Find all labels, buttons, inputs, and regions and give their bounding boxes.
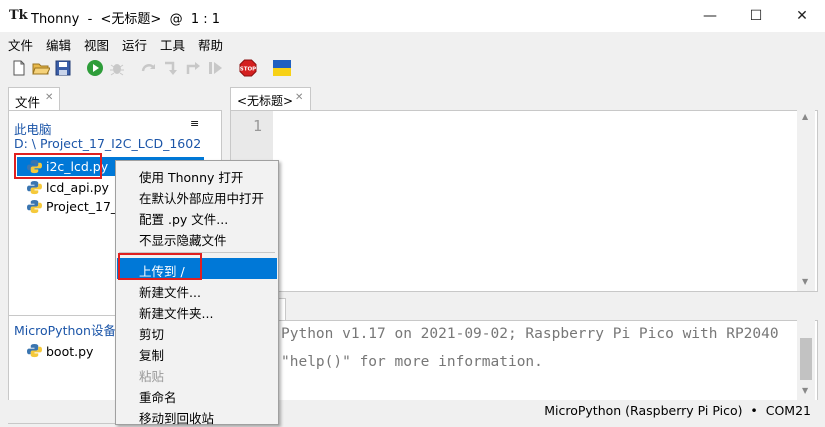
menu-item-new-file[interactable]: 新建文件... [117,279,277,300]
step-over-icon [141,64,156,72]
menu-bar: 文件 编辑 视图 运行 工具 帮助 [0,32,825,53]
shell-line: "help()" for more information. [281,354,543,370]
python-file-icon [27,343,42,358]
menu-item-copy[interactable]: 复制 [117,342,277,363]
maximize-icon[interactable]: ☐ [733,0,779,32]
save-icon[interactable] [54,59,72,77]
device-header[interactable]: MicroPython设备 [14,320,116,339]
scroll-thumb[interactable] [800,338,812,380]
annotation-box [118,253,202,280]
minimize-icon[interactable]: — [687,0,733,32]
shell-console[interactable]: Python v1.17 on 2021-09-02; Raspberry Pi… [230,320,818,402]
svg-text:STOP: STOP [240,67,256,73]
python-file-icon [27,180,42,195]
annotation-box [14,153,102,179]
window-title: Thonny - <无标题> @ 1 : 1 [31,12,221,27]
menu-item-open-in-thonny[interactable]: 使用 Thonny 打开 [117,164,277,185]
close-icon[interactable]: ✕ [295,92,303,103]
open-folder-icon[interactable] [32,59,50,77]
menu-item-open-external[interactable]: 在默认外部应用中打开 [117,185,277,206]
close-icon[interactable]: ✕ [45,92,53,103]
stop-icon[interactable]: STOP [239,59,257,77]
menu-item-paste: 粘贴 [139,369,165,384]
menu-item-configure-py[interactable]: 配置 .py 文件... [117,206,277,227]
menu-item-new-folder[interactable]: 新建文件夹... [117,300,277,321]
tab-editor[interactable]: <无标题> ✕ [230,87,311,110]
code-editor[interactable]: 1 [230,110,818,292]
close-icon[interactable]: ✕ [779,0,825,32]
toolbar: STOP [0,52,825,84]
step-into-icon [165,61,177,75]
list-item[interactable]: boot.py [46,344,93,359]
breadcrumb[interactable]: D: \ Project_17_I2C_LCD_1602 [14,136,201,151]
resume-icon [209,62,222,74]
editor-scrollbar[interactable]: ▲ ▼ [797,110,815,291]
tab-files-label: 文件 [15,95,41,110]
context-menu: 使用 Thonny 打开 在默认外部应用中打开 配置 .py 文件... 不显示… [115,160,279,426]
shell-scrollbar[interactable]: ▼ [797,320,815,400]
menu-item-hide-hidden-files[interactable]: 不显示隐藏文件 [117,227,277,248]
step-out-icon [186,62,200,74]
menu-icon[interactable]: ≡ [190,117,199,130]
new-file-icon[interactable] [10,59,28,77]
python-file-icon [27,199,42,214]
debug-icon [110,64,124,76]
menu-item-rename[interactable]: 重命名 [117,384,277,405]
tab-files[interactable]: 文件 ✕ [8,87,60,110]
shell-line: Python v1.17 on 2021-09-02; Raspberry Pi… [281,326,779,342]
list-item[interactable]: lcd_api.py [46,180,109,195]
line-number: 1 [253,117,263,135]
scroll-down-icon[interactable]: ▼ [802,386,808,395]
run-icon[interactable] [86,59,104,77]
scroll-up-icon[interactable]: ▲ [802,112,808,121]
thonny-logo-icon: Tk [9,8,28,23]
ukraine-flag-icon[interactable] [273,60,291,76]
tab-editor-label: <无标题> [237,94,294,108]
interpreter-status[interactable]: MicroPython (Raspberry Pi Pico) • COM21 [544,403,811,418]
scroll-down-icon[interactable]: ▼ [802,277,808,286]
menu-item-cut[interactable]: 剪切 [117,321,277,342]
title-bar: Tk Thonny - <无标题> @ 1 : 1 — ☐ ✕ [0,0,825,32]
